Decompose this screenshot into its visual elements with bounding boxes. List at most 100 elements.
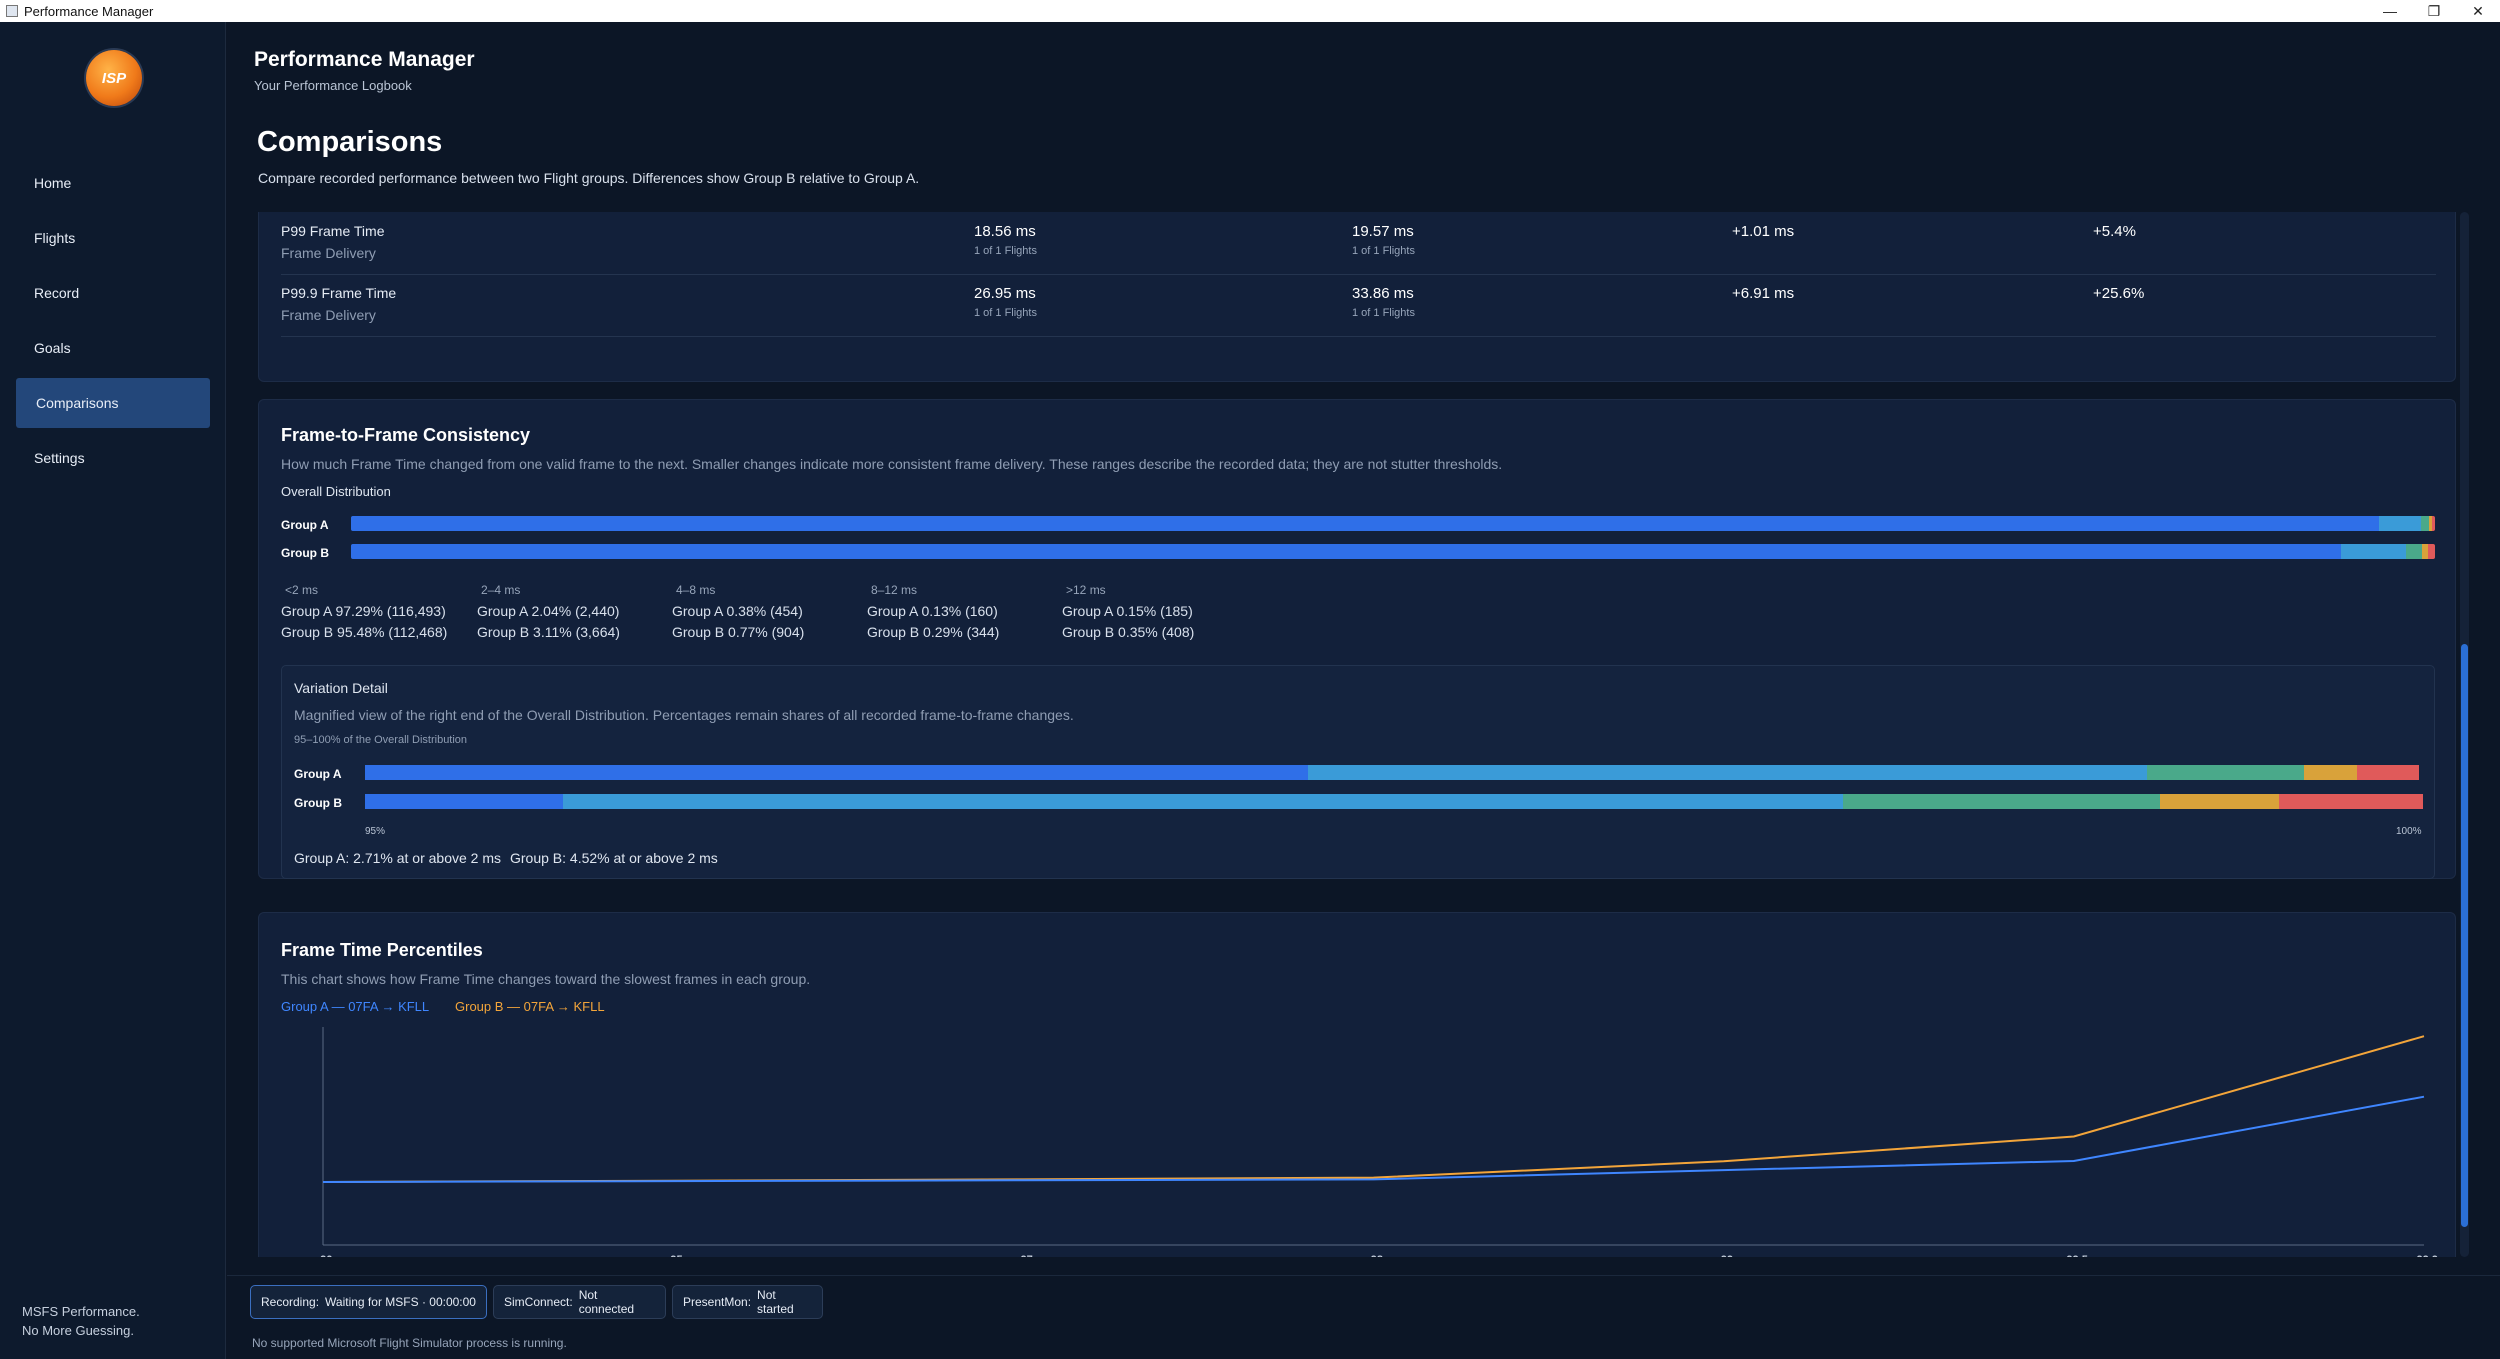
group-a-label: Group A (281, 518, 329, 532)
bucket-gt12: >12 ms Group A 0.15% (185) Group B 0.35%… (1062, 583, 1262, 640)
sidebar-tagline-2: No More Guessing. (22, 1323, 134, 1338)
scrollbar-thumb[interactable] (2461, 644, 2468, 1227)
bucket-label: >12 ms (1066, 583, 1106, 597)
sidebar-item-goals[interactable]: Goals (16, 323, 210, 373)
group-b-flights: 1 of 1 Flights (1352, 307, 1415, 319)
detail-start-tick: 95% (365, 826, 386, 837)
sidebar-item-settings[interactable]: Settings (16, 433, 210, 483)
detail-end-tick: 100% (2396, 826, 2422, 837)
bucket-group-b: Group B 0.29% (344) (867, 624, 1000, 640)
sidebar-item-home[interactable]: Home (16, 158, 210, 208)
bucket-lt2: <2 ms Group A 97.29% (116,493) Group B 9… (281, 583, 481, 640)
bar-segment-2-4 (2378, 516, 2422, 531)
group-b-label: Group B (281, 546, 329, 560)
bucket-group-b: Group B 0.77% (904) (672, 624, 805, 640)
detail-bar-group-a (365, 765, 2423, 780)
group-a-value: 18.56 ms (974, 223, 1036, 240)
main-area: Performance Manager Your Performance Log… (227, 22, 2500, 1359)
sidebar-item-comparisons[interactable]: Comparisons (16, 378, 210, 428)
bar-segment-lt2 (365, 794, 563, 809)
maximize-button[interactable]: ❐ (2412, 3, 2456, 20)
percentiles-description: This chart shows how Frame Time changes … (281, 971, 811, 987)
bucket-group-a: Group A 2.04% (2,440) (477, 603, 620, 619)
bar-segment-2-4 (2340, 544, 2406, 559)
bar-segment-gt12 (2431, 516, 2435, 531)
consistency-description: How much Frame Time changed from one val… (281, 456, 1503, 472)
variation-description: Magnified view of the right end of the O… (294, 707, 1074, 723)
variation-range-label: 95–100% of the Overall Distribution (294, 734, 468, 746)
x-tick-label: p99 (1714, 1254, 1733, 1257)
bucket-label: 2–4 ms (481, 583, 521, 597)
metric-name: P99.9 Frame Time (281, 285, 397, 301)
minimize-button[interactable]: — (2368, 3, 2412, 19)
x-tick-label: p90 (314, 1254, 333, 1257)
bar-segment-2-4 (1307, 765, 2148, 780)
variation-group-b-label: Group B (294, 796, 342, 810)
series-line-group-b (322, 1035, 2425, 1183)
app-logo: ISP (86, 50, 142, 106)
bucket-2-4: 2–4 ms Group A 2.04% (2,440) Group B 3.1… (477, 583, 677, 640)
sidebar-tagline-1: MSFS Performance. (22, 1304, 140, 1319)
bucket-group-b: Group B 95.48% (112,468) (281, 624, 448, 640)
window-title: Performance Manager (24, 3, 154, 19)
difference-value: +6.91 ms (1732, 285, 1795, 302)
variation-group-a-label: Group A (294, 767, 342, 781)
scroll-content[interactable]: P99 Frame Time Frame Delivery 18.56 ms 1… (258, 212, 2458, 1257)
recording-key: Recording: (261, 1295, 320, 1309)
bucket-group-a: Group A 0.15% (185) (1062, 603, 1193, 619)
difference-value: +1.01 ms (1732, 223, 1795, 240)
series-line-group-a (322, 1095, 2425, 1183)
x-tick-label: p99.5 (2060, 1254, 2088, 1257)
recording-status[interactable]: Recording: Waiting for MSFS · 00:00:00 (250, 1285, 487, 1319)
legend-group-b: Group B — 07FA → KFLL (455, 999, 605, 1014)
group-b-value: 33.86 ms (1352, 285, 1414, 302)
sidebar-footer: MSFS Performance. No More Guessing. (22, 1302, 140, 1340)
detail-bar-group-b (365, 794, 2423, 809)
sidebar-item-flights[interactable]: Flights (16, 213, 210, 263)
bar-segment-4-8 (1842, 794, 2160, 809)
window-title-bar: Performance Manager — ❐ ✕ (0, 0, 2500, 22)
x-tick-label: p95 (664, 1254, 683, 1257)
bucket-group-b: Group B 3.11% (3,664) (477, 624, 620, 640)
bar-segment-lt2 (351, 516, 2379, 531)
app-title: Performance Manager (254, 48, 475, 71)
percentiles-card: Frame Time Percentiles This chart shows … (258, 912, 2456, 1257)
percentiles-title: Frame Time Percentiles (281, 940, 483, 960)
close-button[interactable]: ✕ (2456, 3, 2500, 20)
variation-summary-a: Group A: 2.71% at or above 2 ms (294, 850, 502, 866)
bucket-group-a: Group A 0.13% (160) (867, 603, 998, 619)
x-tick-label: p97 (1014, 1254, 1033, 1257)
metrics-card: P99 Frame Time Frame Delivery 18.56 ms 1… (258, 212, 2456, 382)
recording-value: Waiting for MSFS · 00:00:00 (325, 1295, 476, 1309)
x-tick-label: p99.9 (2410, 1254, 2438, 1257)
table-row: P99.9 Frame Time Frame Delivery 26.95 ms… (281, 275, 2436, 337)
bucket-4-8: 4–8 ms Group A 0.38% (454) Group B 0.77%… (672, 583, 872, 640)
table-row: P99 Frame Time Frame Delivery 18.56 ms 1… (281, 213, 2436, 275)
bar-segment-gt12 (2427, 544, 2435, 559)
simconnect-status[interactable]: SimConnect: Not connected (493, 1285, 666, 1319)
bucket-label: 4–8 ms (676, 583, 716, 597)
simconnect-key: SimConnect: (504, 1295, 573, 1309)
app-icon (6, 5, 18, 17)
sidebar-item-record[interactable]: Record (16, 268, 210, 318)
bar-segment-lt2 (351, 544, 2341, 559)
overall-distribution-label: Overall Distribution (281, 484, 391, 499)
status-bar: Recording: Waiting for MSFS · 00:00:00 S… (227, 1275, 2500, 1359)
bar-segment-4-8 (2147, 765, 2304, 780)
variation-summary-b: Group B: 4.52% at or above 2 ms (510, 850, 718, 866)
presentmon-status[interactable]: PresentMon: Not started (672, 1285, 823, 1319)
consistency-card: Frame-to-Frame Consistency How much Fram… (258, 399, 2456, 879)
metric-name: P99 Frame Time (281, 223, 385, 239)
bar-segment-4-8 (2421, 516, 2429, 531)
variation-detail-panel: Variation Detail Magnified view of the r… (281, 665, 2435, 879)
legend-group-a: Group A — 07FA → KFLL (281, 999, 430, 1014)
bucket-8-12: 8–12 ms Group A 0.13% (160) Group B 0.29… (867, 583, 1067, 640)
group-a-flights: 1 of 1 Flights (974, 245, 1037, 257)
group-b-flights: 1 of 1 Flights (1352, 245, 1415, 257)
app-subtitle: Your Performance Logbook (254, 78, 412, 93)
presentmon-value: Not started (757, 1288, 794, 1316)
bar-segment-8-12 (2159, 794, 2279, 809)
bar-segment-2-4 (562, 794, 1843, 809)
simconnect-value: Not connected (578, 1288, 635, 1316)
metric-category: Frame Delivery (281, 307, 376, 323)
